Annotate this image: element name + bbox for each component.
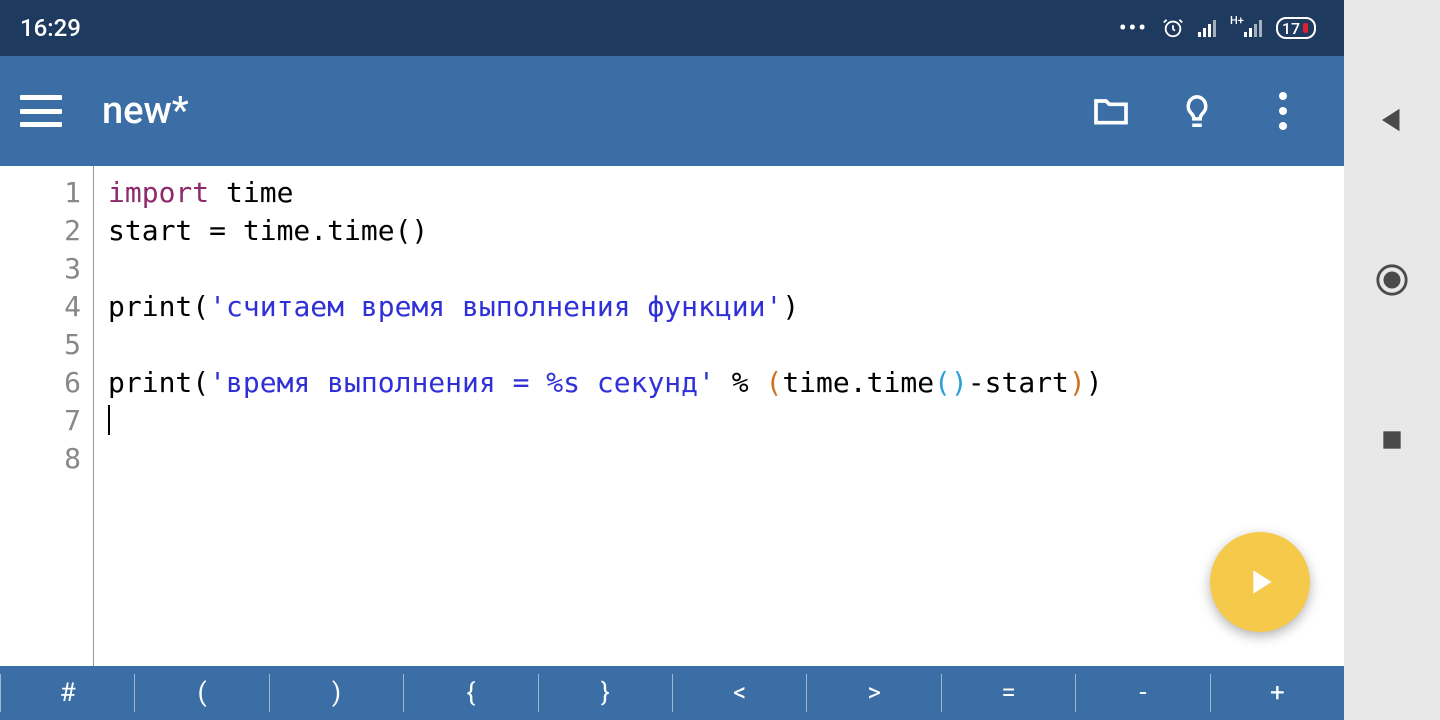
nav-back-button[interactable] [1369,97,1415,143]
battery-icon: 17 [1276,17,1316,39]
code-text: start = time.time() [108,214,428,247]
more-icon: ••• [1119,16,1148,41]
alarm-icon [1162,17,1184,39]
code-editor[interactable]: 1 2 3 4 5 6 7 8 import time start = time… [0,166,1344,666]
nav-home-button[interactable] [1369,257,1415,303]
play-icon [1240,562,1280,602]
string: время выполнения = %s секунд [226,366,698,399]
line-number: 4 [0,288,81,326]
sym-rbrace[interactable]: } [539,666,672,720]
sym-lt[interactable]: < [673,666,806,720]
nav-home-icon [1375,263,1409,297]
sym-plus[interactable]: + [1211,666,1344,720]
app-bar: new* [0,56,1344,166]
line-gutter: 1 2 3 4 5 6 7 8 [0,166,94,666]
nav-recent-icon [1379,427,1405,453]
battery-level: 17 [1282,19,1300,38]
sym-minus[interactable]: - [1076,666,1209,720]
run-button[interactable] [1210,532,1310,632]
line-number: 2 [0,212,81,250]
nav-recent-button[interactable] [1369,417,1415,463]
func: print [108,366,192,399]
code-area[interactable]: import time start = time.time() print('с… [94,166,1103,666]
sym-lbrace[interactable]: { [404,666,537,720]
sym-eq[interactable]: = [942,666,1075,720]
sym-rparen[interactable]: ) [270,666,403,720]
keyword: import [108,176,209,209]
folder-button[interactable] [1090,90,1132,132]
sym-gt[interactable]: > [807,666,940,720]
sym-hash[interactable]: # [1,666,134,720]
line-number: 5 [0,326,81,364]
nav-back-icon [1377,105,1407,135]
func: print [108,290,192,323]
menu-button[interactable] [20,95,62,127]
symbol-bar: # ( ) { } < > = - + [0,666,1344,720]
file-title: new* [102,89,1050,133]
device-nav-bar [1344,0,1440,720]
status-time: 16:29 [20,14,81,42]
line-number: 7 [0,402,81,440]
line-number: 1 [0,174,81,212]
signal2-icon: H+ [1230,19,1262,37]
status-bar: 16:29 ••• H+ 17 [0,0,1344,56]
line-number: 8 [0,440,81,478]
overflow-button[interactable] [1262,90,1304,132]
string: считаем время выполнения функции [226,290,765,323]
signal-icon [1198,19,1216,37]
sym-lparen[interactable]: ( [135,666,268,720]
line-number: 3 [0,250,81,288]
line-number: 6 [0,364,81,402]
status-icons: ••• H+ 17 [1119,16,1316,41]
text-cursor [108,405,110,435]
lightbulb-button[interactable] [1176,90,1218,132]
code-text: time [209,176,293,209]
